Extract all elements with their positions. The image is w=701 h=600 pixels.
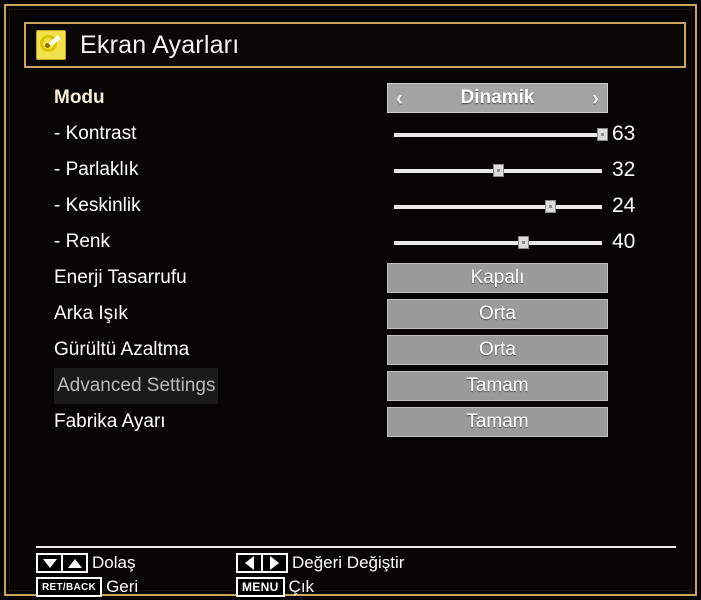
- value-button-noise-reduction[interactable]: Orta: [387, 335, 608, 365]
- row-label-sharpness: - Keskinlik: [54, 195, 141, 216]
- row-label-contrast: - Kontrast: [54, 123, 137, 144]
- arrow-up-icon: [61, 555, 86, 571]
- slider-value-colour: 40: [612, 230, 636, 253]
- page-title: Ekran Ayarları: [80, 30, 240, 59]
- slider-value-contrast: 63: [612, 122, 636, 145]
- row-label-factory-reset: Fabrika Ayarı: [54, 411, 166, 432]
- settings-row-mode[interactable]: Modu ‹ Dinamik ›: [10, 80, 701, 116]
- value-button-backlight[interactable]: Orta: [387, 299, 608, 329]
- row-label-noise-reduction: Gürültü Azaltma: [54, 339, 190, 360]
- value-button-advanced-settings[interactable]: Tamam: [387, 371, 608, 401]
- slider-thumb-brightness[interactable]: [493, 164, 504, 177]
- arrow-down-icon: [38, 555, 61, 571]
- slider-value-sharpness: 24: [612, 194, 636, 217]
- key-label: RET/BACK: [42, 581, 97, 593]
- row-label-brightness: - Parlaklık: [54, 159, 139, 180]
- title-bar: Ekran Ayarları: [24, 22, 686, 68]
- selector-mode[interactable]: ‹ Dinamik ›: [387, 83, 608, 113]
- settings-row-sharpness[interactable]: - Keskinlik 24: [10, 188, 701, 224]
- hint-label-back: Geri: [106, 577, 139, 596]
- key-retback-icon: RET/BACK: [36, 577, 103, 597]
- picture-settings-icon: [36, 30, 66, 60]
- slider-colour[interactable]: [394, 236, 602, 249]
- hint-exit: MENU Çık: [236, 576, 314, 598]
- value-button-factory-reset[interactable]: Tamam: [387, 407, 608, 437]
- hint-divider: [36, 546, 676, 548]
- osd-screen: Ekran Ayarları Modu ‹ Dinamik › - Kontrast 63…: [0, 0, 701, 600]
- arrow-left-icon: [238, 555, 261, 571]
- triangle-right: [270, 556, 279, 570]
- hint-bar: Dolaş RET/BACK Geri Değeri Değiştir MENU Çık: [36, 552, 676, 598]
- slider-sharpness[interactable]: [394, 200, 602, 213]
- hint-back: RET/BACK Geri: [36, 576, 138, 598]
- key-leftright-arrows-icon: [236, 553, 288, 573]
- row-label-backlight: Arka Işık: [54, 303, 128, 324]
- row-label-advanced-settings: Advanced Settings: [54, 368, 219, 404]
- key-label: MENU: [242, 580, 279, 594]
- slider-value-brightness: 32: [612, 158, 636, 181]
- arrow-right-icon: [261, 555, 286, 571]
- key-menu-icon: MENU: [236, 577, 285, 597]
- settings-row-contrast[interactable]: - Kontrast 63: [10, 116, 701, 152]
- selector-value-mode: Dinamik: [460, 87, 535, 108]
- settings-row-noise-reduction[interactable]: Gürültü Azaltma Orta: [10, 332, 701, 368]
- settings-row-backlight[interactable]: Arka Işık Orta: [10, 296, 701, 332]
- triangle-up: [67, 558, 82, 568]
- settings-row-brightness[interactable]: - Parlaklık 32: [10, 152, 701, 188]
- chevron-right-icon[interactable]: ›: [592, 88, 599, 109]
- chevron-left-icon[interactable]: ‹: [396, 88, 403, 109]
- hint-label-exit: Çık: [288, 577, 315, 596]
- row-label-mode: Modu: [54, 87, 105, 108]
- slider-thumb-colour[interactable]: [517, 236, 529, 249]
- hint-label-change-value: Değeri Değiştir: [292, 553, 405, 572]
- value-button-power-saving[interactable]: Kapalı: [387, 263, 608, 293]
- triangle-left: [245, 556, 254, 570]
- key-updown-arrows-icon: [36, 553, 88, 573]
- slider-thumb-contrast[interactable]: [597, 128, 608, 141]
- settings-list: Modu ‹ Dinamik › - Kontrast 63- Parlaklık 32- …: [10, 80, 701, 440]
- settings-row-advanced-settings[interactable]: Advanced Settings Tamam: [10, 368, 701, 404]
- row-label-power-saving: Enerji Tasarrufu: [54, 267, 187, 288]
- triangle-down: [42, 558, 57, 568]
- slider-thumb-sharpness[interactable]: [545, 200, 556, 213]
- osd-outer-frame: Ekran Ayarları Modu ‹ Dinamik › - Kontrast 63…: [4, 4, 697, 597]
- slider-contrast[interactable]: [394, 128, 608, 141]
- hint-label-navigate: Dolaş: [92, 553, 136, 572]
- osd-inner-panel: Ekran Ayarları Modu ‹ Dinamik › - Kontrast 63…: [9, 9, 692, 597]
- settings-row-colour[interactable]: - Renk 40: [10, 224, 701, 260]
- hint-change-value: Değeri Değiştir: [236, 552, 404, 574]
- settings-row-power-saving[interactable]: Enerji Tasarrufu Kapalı: [10, 260, 701, 296]
- row-label-colour: - Renk: [54, 231, 110, 252]
- settings-row-factory-reset[interactable]: Fabrika Ayarı Tamam: [10, 404, 701, 440]
- slider-brightness[interactable]: [394, 164, 602, 177]
- hint-navigate: Dolaş: [36, 552, 135, 574]
